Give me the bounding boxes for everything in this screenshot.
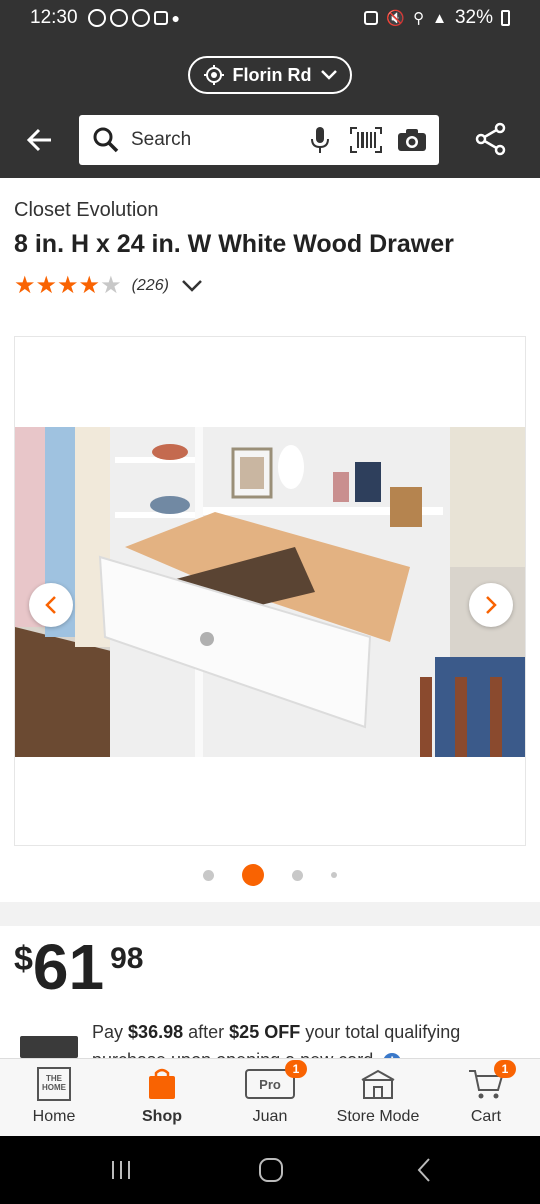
system-icons: 🔇 ⚲ ▲ 32% bbox=[364, 7, 510, 29]
product-image-gallery[interactable] bbox=[14, 336, 526, 846]
svg-text:Pro: Pro bbox=[259, 1077, 281, 1092]
product-brand[interactable]: Closet Evolution bbox=[14, 199, 159, 222]
credit-card-image bbox=[20, 1036, 78, 1058]
tab-label: Home bbox=[32, 1108, 76, 1125]
messenger-icon bbox=[87, 9, 106, 27]
notification-icons: ● bbox=[87, 9, 181, 27]
search-icon bbox=[93, 127, 119, 153]
back-button[interactable] bbox=[416, 1157, 432, 1183]
battery-icon bbox=[501, 10, 510, 26]
pagination-dot[interactable] bbox=[331, 872, 337, 878]
rating-summary[interactable]: ★★★★★ (226) bbox=[14, 274, 203, 298]
nfc-icon bbox=[364, 11, 379, 25]
barcode-scan-button[interactable] bbox=[349, 123, 383, 157]
store-icon bbox=[359, 1064, 397, 1104]
tab-cart[interactable]: 1 Cart bbox=[432, 1059, 540, 1136]
tab-label: Shop bbox=[142, 1108, 182, 1125]
camera-search-button[interactable] bbox=[395, 123, 429, 157]
bottom-tab-bar: THE HOME Home Shop Pro 1 Juan Store Mode … bbox=[0, 1058, 540, 1136]
wifi-signal-icon: ▲ bbox=[432, 9, 447, 27]
cart-icon: 1 bbox=[468, 1060, 516, 1104]
tab-label: Cart bbox=[470, 1108, 502, 1125]
pagination-dot-active[interactable] bbox=[242, 864, 264, 886]
tab-juan[interactable]: Pro 1 Juan bbox=[216, 1059, 324, 1136]
badge: 1 bbox=[285, 1060, 307, 1078]
mute-icon: 🔇 bbox=[386, 10, 406, 27]
chevron-down-icon[interactable] bbox=[181, 279, 203, 293]
camera-icon bbox=[398, 129, 426, 151]
messenger-icon bbox=[109, 9, 128, 27]
gallery-prev-button[interactable] bbox=[29, 583, 73, 627]
star-empty-icon: ★ bbox=[100, 272, 122, 299]
star-rating: ★★★★★ bbox=[14, 274, 122, 298]
badge: 1 bbox=[494, 1060, 516, 1078]
svg-text:THE: THE bbox=[46, 1074, 63, 1083]
prox-icon: Pro 1 bbox=[245, 1060, 307, 1104]
more-notifications-icon: ● bbox=[171, 10, 181, 26]
pagination-dot[interactable] bbox=[203, 869, 214, 881]
svg-text:HOME: HOME bbox=[42, 1083, 67, 1092]
chevron-right-icon bbox=[486, 596, 497, 614]
price-cents: 98 bbox=[110, 942, 144, 975]
messenger-icon bbox=[131, 9, 150, 27]
tab-store-mode[interactable]: Store Mode bbox=[324, 1059, 432, 1136]
tab-shop[interactable]: Shop bbox=[108, 1059, 216, 1136]
home-depot-logo-icon: THE HOME bbox=[36, 1064, 72, 1104]
voice-search-button[interactable] bbox=[303, 123, 337, 157]
barcode-icon bbox=[350, 127, 382, 153]
store-name: Florin Rd bbox=[232, 64, 312, 85]
star-filled-icon: ★ bbox=[14, 272, 36, 299]
pagination-dot[interactable] bbox=[292, 869, 303, 881]
location-icon: ⚲ bbox=[413, 10, 425, 27]
search-placeholder: Search bbox=[131, 129, 192, 150]
price-currency: $ bbox=[14, 940, 33, 978]
app-header: Florin Rd Search bbox=[0, 36, 540, 178]
price: $ 61 98 bbox=[14, 932, 143, 1002]
battery-level: 32% bbox=[454, 7, 493, 28]
chevron-down-icon bbox=[320, 70, 337, 80]
review-count: (226) bbox=[131, 277, 169, 294]
shop-bag-icon bbox=[146, 1064, 178, 1104]
back-arrow-icon bbox=[26, 128, 51, 152]
search-input[interactable]: Search bbox=[79, 115, 439, 165]
share-button[interactable] bbox=[474, 122, 510, 158]
promo-amount: $36.98 bbox=[128, 1022, 184, 1042]
app-notification-icon bbox=[153, 11, 168, 25]
star-filled-icon: ★ bbox=[35, 272, 58, 299]
promo-pay: Pay bbox=[92, 1022, 124, 1042]
price-dollars: 61 bbox=[32, 931, 105, 1003]
system-navigation-bar bbox=[0, 1136, 540, 1204]
status-bar: 12:30 ● 🔇 ⚲ ▲ 32% bbox=[0, 0, 540, 36]
gallery-pagination[interactable] bbox=[0, 864, 540, 886]
clock: 12:30 bbox=[30, 7, 78, 28]
share-icon bbox=[475, 122, 506, 156]
section-divider bbox=[0, 902, 540, 926]
recent-apps-button[interactable] bbox=[109, 1159, 133, 1181]
home-button[interactable] bbox=[258, 1157, 284, 1183]
star-filled-icon: ★ bbox=[57, 272, 79, 299]
chevron-left-icon bbox=[45, 596, 56, 614]
price-section: $ 61 98 Pay $36.98 after $25 OFF your to… bbox=[0, 926, 540, 1071]
product-title: 8 in. H x 24 in. W White Wood Drawer bbox=[14, 230, 454, 258]
product-photo bbox=[15, 427, 525, 757]
tab-label: Juan bbox=[252, 1108, 288, 1125]
location-target-icon bbox=[203, 65, 224, 85]
store-selector[interactable]: Florin Rd bbox=[188, 56, 352, 94]
promo-discount: $25 OFF bbox=[229, 1022, 301, 1042]
gallery-next-button[interactable] bbox=[469, 583, 513, 627]
microphone-icon bbox=[311, 127, 329, 153]
tab-home[interactable]: THE HOME Home bbox=[0, 1059, 108, 1136]
star-filled-icon: ★ bbox=[78, 272, 101, 299]
back-button[interactable] bbox=[22, 122, 58, 158]
promo-after: after bbox=[188, 1022, 225, 1042]
tab-label: Store Mode bbox=[336, 1108, 420, 1125]
